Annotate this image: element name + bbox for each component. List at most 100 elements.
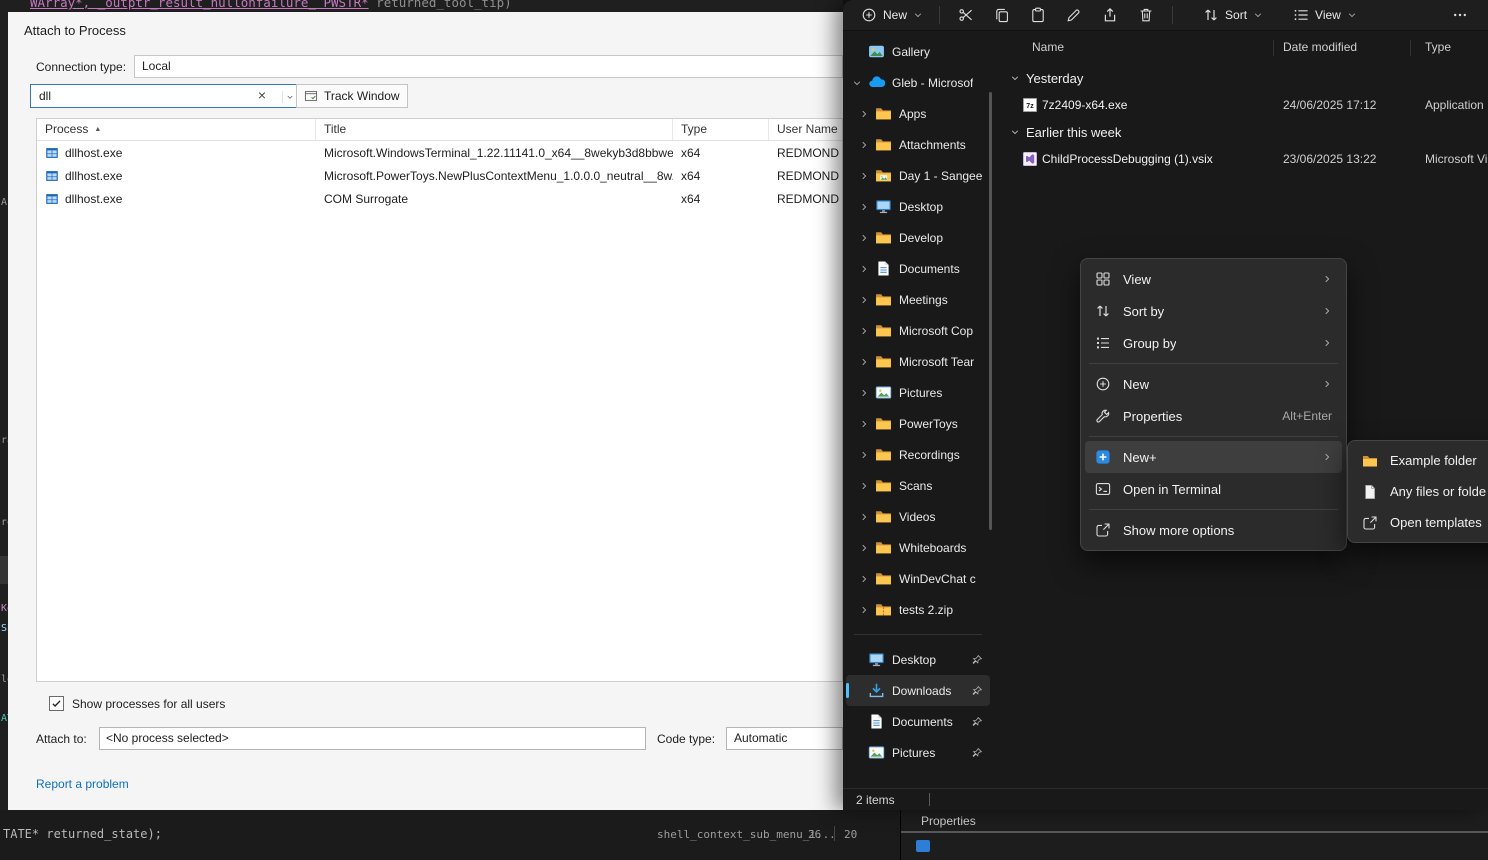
nav-item-documents[interactable]: Documents	[846, 706, 990, 737]
process-row-microsoft-windowsterminal-1-22-11141-0-x64-8wekyb3d8bbwe[interactable]: dllhost.exeMicrosoft.WindowsTerminal_1.2…	[37, 141, 842, 164]
sort-button[interactable]: Sort	[1195, 3, 1271, 27]
chevron-right-icon[interactable]	[859, 543, 869, 553]
nav-item-pictures[interactable]: Pictures	[846, 377, 990, 408]
onedrive-icon	[868, 74, 885, 91]
column-name[interactable]: Name	[1032, 40, 1064, 54]
nav-item-gallery[interactable]: Gallery	[846, 36, 990, 67]
chevron-right-icon[interactable]	[859, 419, 869, 429]
menu-item-label: View	[1123, 272, 1151, 287]
file-row-childprocessdebugging-1-vsix[interactable]: ChildProcessDebugging (1).vsix23/06/2025…	[998, 146, 1488, 172]
menu-item-new[interactable]: New+	[1085, 441, 1342, 473]
chevron-right-icon[interactable]	[859, 481, 869, 491]
nav-item-develop[interactable]: Develop	[846, 222, 990, 253]
rename-button[interactable]	[1056, 3, 1092, 27]
chevron-down-icon[interactable]	[852, 78, 862, 88]
chevron-right-icon[interactable]	[859, 512, 869, 522]
chevron-right-icon[interactable]	[859, 264, 869, 274]
menu-item-show-more-options[interactable]: Show more options	[1085, 514, 1342, 546]
document-icon	[875, 260, 892, 277]
attach-to-field[interactable]: <No process selected>	[99, 727, 646, 750]
column-type[interactable]: Type	[1425, 40, 1451, 54]
nav-item-documents[interactable]: Documents	[846, 253, 990, 284]
chevron-right-icon[interactable]	[859, 202, 869, 212]
document-icon	[868, 713, 885, 730]
nav-item-downloads[interactable]: Downloads	[846, 675, 990, 706]
menu-item-label: Example folder	[1390, 453, 1477, 468]
report-problem-link[interactable]: Report a problem	[36, 777, 129, 791]
connection-type-select[interactable]: Local	[134, 55, 843, 78]
chevron-right-icon[interactable]	[859, 450, 869, 460]
nav-item-powertoys[interactable]: PowerToys	[846, 408, 990, 439]
nav-item-attachments[interactable]: Attachments	[846, 129, 990, 160]
chevron-right-icon[interactable]	[859, 326, 869, 336]
copy-button[interactable]	[984, 3, 1020, 27]
menu-item-any-files-or-folde[interactable]: Any files or folde	[1352, 476, 1488, 507]
menu-item-view[interactable]: View	[1085, 263, 1342, 295]
chevron-right-icon[interactable]	[859, 109, 869, 119]
process-row-com-surrogate[interactable]: dllhost.exeCOM Surrogatex64REDMOND	[37, 187, 842, 210]
column-title[interactable]: Title	[316, 119, 673, 140]
chevron-down-icon[interactable]	[1010, 127, 1020, 137]
column-date-modified[interactable]: Date modified	[1283, 40, 1357, 54]
track-window-button[interactable]: Track Window	[296, 84, 408, 108]
menu-item-group-by[interactable]: Group by	[1085, 327, 1342, 359]
menu-item-open-in-terminal[interactable]: Open in Terminal	[1085, 473, 1342, 505]
toolbar-divider	[939, 6, 940, 24]
menu-item-new[interactable]: New	[1085, 368, 1342, 400]
process-filter-input[interactable]: dll ×	[30, 84, 298, 108]
group-header-earlier-this-week[interactable]: Earlier this week	[998, 118, 1488, 146]
code-type-select[interactable]: Automatic	[726, 727, 843, 750]
nav-item-apps[interactable]: Apps	[846, 98, 990, 129]
chevron-right-icon[interactable]	[859, 171, 869, 181]
view-button[interactable]: View	[1285, 3, 1365, 27]
nav-item-whiteboards[interactable]: Whiteboards	[846, 532, 990, 563]
nav-item-meetings[interactable]: Meetings	[846, 284, 990, 315]
chevron-right-icon[interactable]	[859, 295, 869, 305]
nav-item-tests-2-zip[interactable]: tests 2.zip	[846, 594, 990, 625]
new-button-label: New	[883, 8, 907, 22]
paste-button[interactable]	[1020, 3, 1056, 27]
nav-item-microsoft-tear[interactable]: Microsoft Tear	[846, 346, 990, 377]
chevron-right-icon[interactable]	[859, 233, 869, 243]
chevron-right-icon[interactable]	[859, 357, 869, 367]
menu-item-properties[interactable]: PropertiesAlt+Enter	[1085, 400, 1342, 432]
column-type[interactable]: Type	[673, 119, 769, 140]
menu-separator	[1089, 509, 1338, 510]
nav-item-desktop[interactable]: Desktop	[846, 191, 990, 222]
new-plus-submenu: Example folder Any files or foldeOpen tem…	[1347, 440, 1488, 543]
chevron-right-icon[interactable]	[859, 140, 869, 150]
nav-item-windevchat-c[interactable]: WinDevChat c	[846, 563, 990, 594]
nav-item-gleb-microsof[interactable]: Gleb - Microsof	[846, 67, 990, 98]
nav-item-videos[interactable]: Videos	[846, 501, 990, 532]
nav-item-day-1-sangee[interactable]: Day 1 - Sangee	[846, 160, 990, 191]
chevron-down-icon[interactable]	[1010, 73, 1020, 83]
nav-item-label: Microsoft Tear	[899, 355, 974, 369]
column-process[interactable]: Process▲	[37, 119, 316, 140]
nav-item-scans[interactable]: Scans	[846, 470, 990, 501]
column-user-name[interactable]: User Name	[769, 119, 842, 140]
delete-button[interactable]	[1128, 3, 1164, 27]
menu-item-open-templates[interactable]: Open templates	[1352, 507, 1488, 538]
clear-filter-icon[interactable]: ×	[254, 87, 270, 103]
new-button[interactable]: New	[853, 3, 931, 27]
nav-item-pictures[interactable]: Pictures	[846, 737, 990, 768]
share-button[interactable]	[1092, 3, 1128, 27]
filter-dropdown-icon[interactable]	[282, 91, 294, 103]
process-row-microsoft-powertoys-newpluscontextmenu-1-0-0-0-neutral-8w[interactable]: dllhost.exeMicrosoft.PowerToys.NewPlusCo…	[37, 164, 842, 187]
show-all-users-row[interactable]: Show processes for all users	[49, 696, 225, 711]
group-header-yesterday[interactable]: Yesterday	[998, 64, 1488, 92]
chevron-right-icon[interactable]	[859, 388, 869, 398]
cut-button[interactable]	[948, 3, 984, 27]
group-label: Yesterday	[1026, 71, 1083, 86]
more-options-button[interactable]	[1442, 3, 1478, 27]
menu-item-sort-by[interactable]: Sort by	[1085, 295, 1342, 327]
chevron-right-icon[interactable]	[859, 574, 869, 584]
nav-scrollbar[interactable]	[989, 92, 992, 530]
menu-item-example-folder[interactable]: Example folder	[1352, 445, 1488, 476]
nav-item-microsoft-cop[interactable]: Microsoft Cop	[846, 315, 990, 346]
show-all-users-checkbox[interactable]	[49, 696, 64, 711]
file-row-7z2409-x64-exe[interactable]: 7z7z2409-x64.exe24/06/2025 17:12Applicat…	[998, 92, 1488, 118]
nav-item-recordings[interactable]: Recordings	[846, 439, 990, 470]
chevron-right-icon[interactable]	[859, 605, 869, 615]
nav-item-desktop[interactable]: Desktop	[846, 644, 990, 675]
